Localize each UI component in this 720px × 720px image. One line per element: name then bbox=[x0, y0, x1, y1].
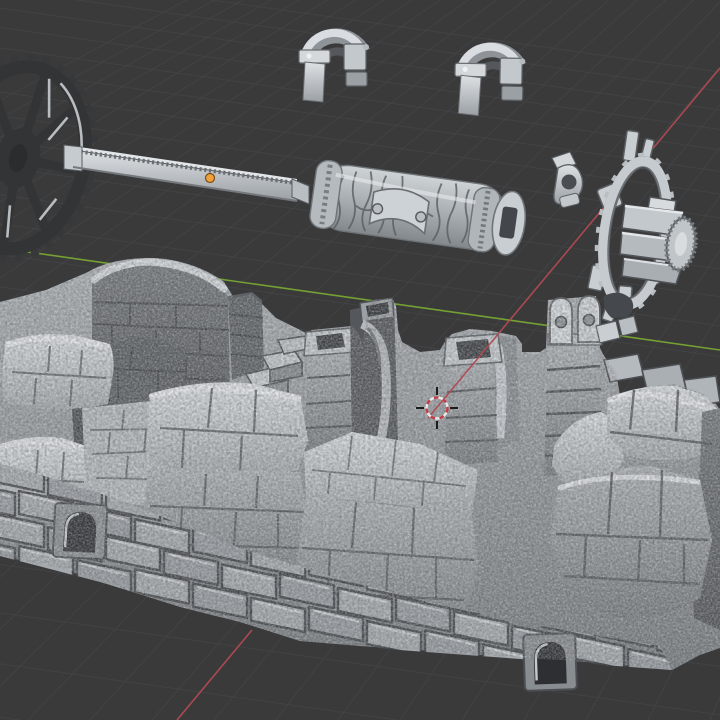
clamp-bolt bbox=[306, 53, 312, 59]
object-origin-dot[interactable] bbox=[204, 172, 216, 184]
hook-inner-shadow bbox=[561, 174, 577, 190]
log-strap-bolt-left bbox=[371, 203, 384, 215]
clamp-tab-upper bbox=[343, 43, 367, 71]
clamp-peg bbox=[363, 44, 369, 50]
log-strap-bolt-right bbox=[415, 211, 427, 223]
clamp-leg bbox=[302, 61, 326, 103]
scene-canvas[interactable] bbox=[0, 0, 720, 720]
clamp-tab-lower bbox=[345, 71, 368, 87]
viewport-3d[interactable] bbox=[0, 0, 720, 720]
clamp-collar bbox=[298, 49, 331, 64]
